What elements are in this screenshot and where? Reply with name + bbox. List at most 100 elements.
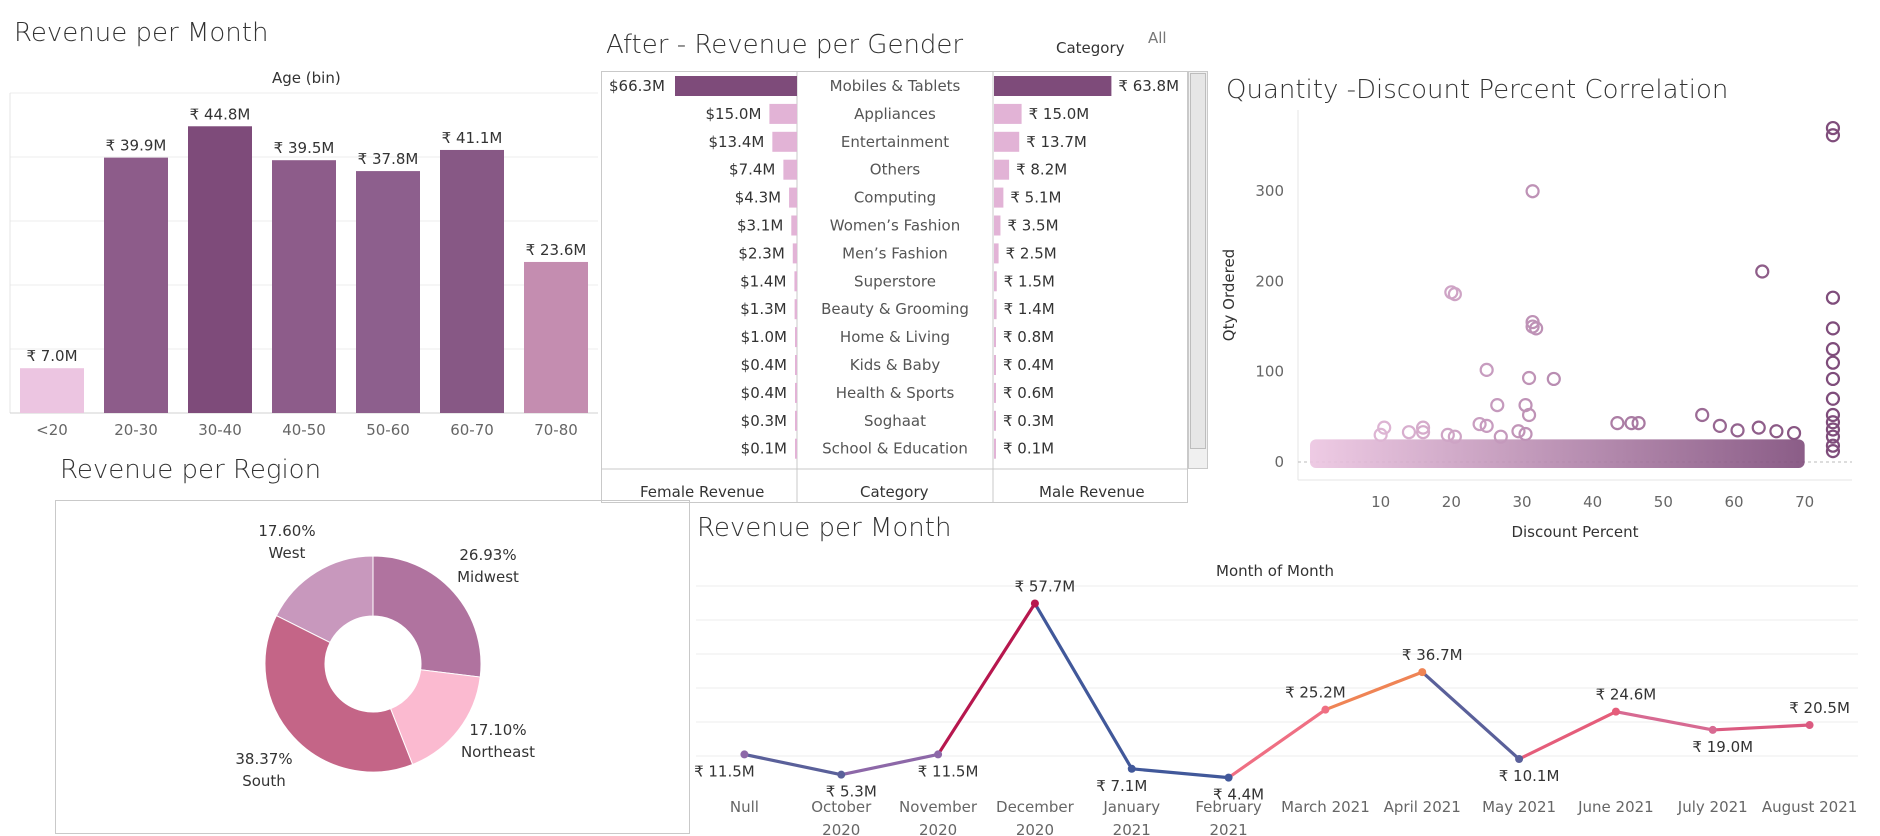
month-tick-label: April 2021 — [1384, 798, 1461, 816]
female-bar — [789, 187, 797, 208]
region-percent-label: 17.10% — [469, 721, 526, 739]
male-value-label: ₹ 2.5M — [1006, 244, 1057, 262]
scatter-point — [1479, 362, 1494, 378]
scatter-x-tick: 20 — [1442, 493, 1461, 511]
month-tick-label: May 2021 — [1482, 798, 1556, 816]
female-bar — [795, 355, 797, 375]
female-bar — [795, 382, 797, 403]
region-percent-label: 38.37% — [235, 750, 292, 768]
category-label: Superstore — [854, 272, 936, 290]
scatter-point — [1825, 128, 1841, 143]
month-tick-label: October — [811, 798, 872, 816]
age-bar-label: ₹ 44.8M — [190, 105, 251, 123]
region-name-label: Midwest — [457, 568, 519, 586]
month-tick-label: 2021 — [1113, 821, 1151, 836]
scatter-point — [1610, 416, 1625, 431]
month-tick-label: 2021 — [1209, 821, 1247, 836]
scatter-x-tick: 50 — [1654, 493, 1673, 511]
category-label: Beauty & Grooming — [821, 300, 969, 318]
age-bar — [20, 368, 84, 413]
month-point — [837, 770, 846, 779]
region-chart-title: Revenue per Region — [60, 455, 322, 485]
month-tick-label: August 2021 — [1762, 798, 1857, 816]
category-label: Home & Living — [840, 328, 950, 346]
age-tick-label: 70-80 — [534, 421, 578, 439]
male-value-label: ₹ 5.1M — [1010, 189, 1061, 207]
scatter-point — [1825, 290, 1841, 305]
month-point — [1030, 599, 1039, 608]
female-value-label: $0.3M — [741, 412, 787, 430]
female-value-label: $15.0M — [706, 105, 762, 123]
scatter-point — [1490, 397, 1505, 413]
month-line-segment — [1711, 723, 1812, 732]
male-bar — [994, 355, 996, 375]
female-bar — [795, 327, 797, 348]
scatter-point — [1730, 423, 1745, 438]
region-percent-label: 17.60% — [258, 522, 315, 540]
scatter-point — [1373, 427, 1388, 442]
scatter-point — [1401, 425, 1417, 440]
age-bar-label: ₹ 7.0M — [26, 347, 77, 365]
month-value-label: ₹ 57.7M — [1015, 580, 1076, 596]
category-label: Soghaat — [864, 412, 926, 430]
category-label: Computing — [854, 189, 936, 207]
category-filter-value[interactable]: All — [1148, 29, 1167, 47]
age-bar — [356, 171, 420, 413]
month-chart-header: Month of Month — [1216, 562, 1335, 580]
category-label: Entertainment — [841, 133, 949, 151]
month-value-label: ₹ 11.5M — [694, 762, 755, 780]
scatter-dense-band — [1310, 439, 1805, 468]
scatter-x-tick: 40 — [1583, 493, 1602, 511]
scatter-point — [1712, 418, 1727, 433]
month-point — [1224, 773, 1233, 782]
age-bar — [440, 149, 504, 413]
month-value-label: ₹ 7.1M — [1096, 777, 1147, 795]
region-donut-chart: 26.93% Midwest 17.10% Northeast 38.37% South 1… — [235, 522, 535, 790]
female-bar — [795, 410, 797, 431]
region-percent-label: 26.93% — [459, 546, 516, 564]
scatter-point — [1518, 426, 1533, 442]
gender-butterfly-chart: $66.3M Mobiles & Tablets ₹ 63.8M $15.0M Appl… — [601, 71, 1188, 503]
female-value-label: $1.3M — [740, 300, 786, 318]
age-bar-label: ₹ 23.6M — [526, 241, 587, 259]
month-line-segment — [1033, 601, 1134, 771]
female-bar — [791, 215, 797, 236]
age-bar — [188, 126, 252, 413]
male-value-label: ₹ 0.3M — [1003, 412, 1054, 430]
scatter-point — [1695, 407, 1710, 423]
month-value-label: ₹ 25.2M — [1285, 684, 1346, 702]
age-bar-chart: ₹ 7.0M <20 ₹ 39.9M 20-30 ₹ 44.8M 30-40 ₹ 39.5M… — [9, 92, 598, 439]
female-value-label: $1.0M — [741, 328, 787, 346]
age-tick-label: 60-70 — [450, 421, 494, 439]
scatter-x-tick: 10 — [1371, 493, 1390, 511]
male-bar — [994, 299, 997, 320]
age-bar-label: ₹ 41.1M — [442, 129, 503, 147]
month-point — [1611, 707, 1620, 716]
age-tick-label: 30-40 — [198, 421, 242, 439]
scatter-point — [1546, 371, 1561, 387]
month-line-segment — [1226, 708, 1328, 780]
female-bar — [675, 76, 797, 96]
category-label: School & Education — [822, 440, 968, 458]
male-bar — [994, 243, 999, 264]
scatter-point — [1511, 424, 1526, 439]
female-value-label: $0.4M — [741, 384, 787, 402]
category-label: Others — [870, 161, 921, 179]
scatter-point — [1825, 371, 1841, 387]
month-value-label: ₹ 11.5M — [918, 762, 979, 780]
month-point — [1127, 764, 1136, 773]
male-bar — [994, 438, 996, 459]
scatter-x-label: Discount Percent — [1511, 523, 1638, 541]
month-line-segment — [936, 601, 1037, 757]
male-value-label: ₹ 15.0M — [1029, 105, 1090, 123]
male-value-label: ₹ 1.5M — [1004, 272, 1055, 290]
female-value-label: $2.3M — [738, 244, 784, 262]
male-bar — [994, 159, 1010, 180]
footer-female-revenue: Female Revenue — [640, 483, 765, 501]
gender-scrollbar-thumb[interactable] — [1190, 73, 1206, 449]
month-point — [1805, 721, 1814, 730]
month-point — [740, 750, 749, 759]
male-value-label: ₹ 3.5M — [1007, 217, 1058, 235]
female-value-label: $0.4M — [741, 356, 787, 374]
scatter-point — [1825, 355, 1841, 370]
